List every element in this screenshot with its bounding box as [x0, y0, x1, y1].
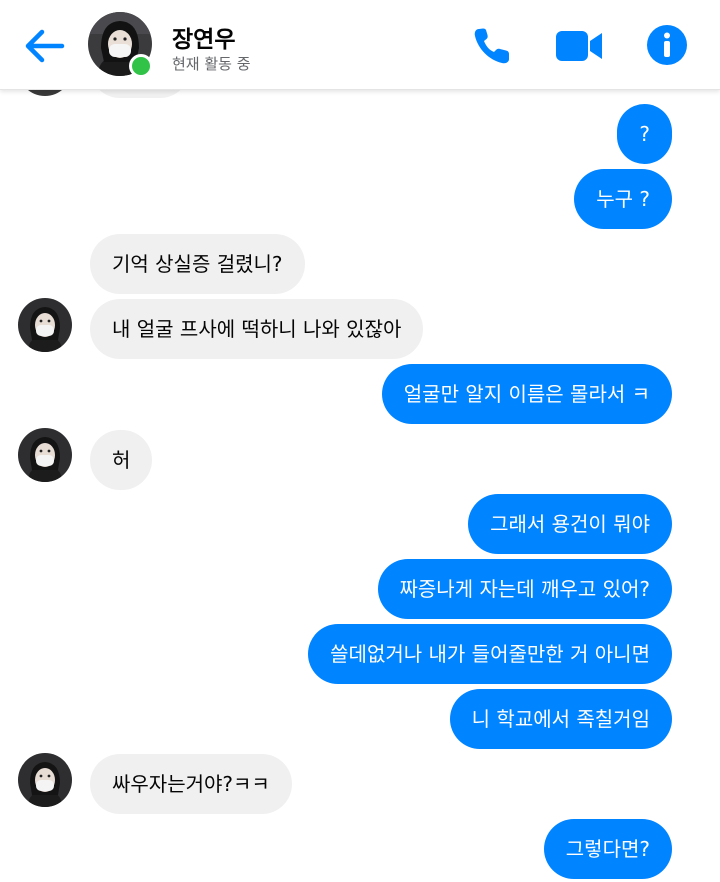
message-bubble-outgoing[interactable]: 누구 ? — [574, 169, 672, 229]
message-list[interactable]: ? 누구 ? 기억 상실증 걸렸니? 내 얼굴 프사에 떡하니 나와 있잖아 얼… — [0, 0, 720, 882]
message-text: 니 학교에서 족칠거임 — [471, 707, 650, 731]
message-text: 허 — [112, 448, 131, 472]
message-text: 얼굴만 알지 이름은 몰라서 ㅋ — [403, 382, 650, 406]
message-bubble-incoming[interactable]: 싸우자는거야?ㅋㅋ — [90, 754, 292, 814]
message-bubble-outgoing[interactable]: 그래서 용건이 뭐야 — [468, 494, 672, 554]
video-call-button[interactable] — [554, 28, 606, 64]
message-text: 쓸데없거나 내가 들어줄만한 거 아니면 — [330, 642, 650, 666]
contact-avatar[interactable] — [18, 753, 72, 807]
info-button[interactable] — [646, 24, 688, 66]
contact-avatar[interactable] — [18, 428, 72, 482]
contact-avatar[interactable] — [18, 298, 72, 352]
message-text: 그렇다면? — [565, 837, 650, 861]
message-bubble-incoming[interactable]: 허 — [90, 430, 153, 490]
message-text: 누구 ? — [596, 187, 650, 211]
message-text: ? — [639, 122, 650, 146]
online-status-indicator — [129, 54, 153, 78]
info-icon — [647, 25, 687, 65]
message-bubble-outgoing[interactable]: 짜증나게 자는데 깨우고 있어? — [377, 559, 672, 619]
contact-status: 현재 활동 중 — [172, 55, 251, 73]
voice-call-button[interactable] — [470, 24, 516, 68]
message-bubble-outgoing[interactable]: 그렇다면? — [543, 819, 672, 879]
message-bubble-outgoing[interactable]: 쓸데없거나 내가 들어줄만한 거 아니면 — [308, 624, 672, 684]
chat-header: 장연우 현재 활동 중 — [0, 0, 720, 90]
message-text: 그래서 용건이 뭐야 — [490, 512, 650, 536]
message-text: 짜증나게 자는데 깨우고 있어? — [399, 577, 651, 601]
message-bubble-incoming[interactable]: 내 얼굴 프사에 떡하니 나와 있잖아 — [90, 299, 424, 359]
back-arrow-icon — [25, 29, 65, 63]
message-bubble-incoming[interactable]: 기억 상실증 걸렸니? — [90, 234, 305, 294]
message-text: 내 얼굴 프사에 떡하니 나와 있잖아 — [112, 317, 402, 341]
message-bubble-outgoing[interactable]: 얼굴만 알지 이름은 몰라서 ㅋ — [381, 364, 672, 424]
message-text: 싸우자는거야?ㅋㅋ — [112, 772, 270, 796]
video-camera-icon — [556, 31, 602, 61]
message-text: 기억 상실증 걸렸니? — [112, 252, 283, 276]
contact-name[interactable]: 장연우 — [172, 20, 235, 54]
back-button[interactable] — [22, 26, 66, 66]
message-bubble-outgoing[interactable]: ? — [617, 104, 672, 164]
phone-icon — [474, 28, 509, 64]
message-bubble-outgoing[interactable]: 니 학교에서 족칠거임 — [449, 689, 672, 749]
